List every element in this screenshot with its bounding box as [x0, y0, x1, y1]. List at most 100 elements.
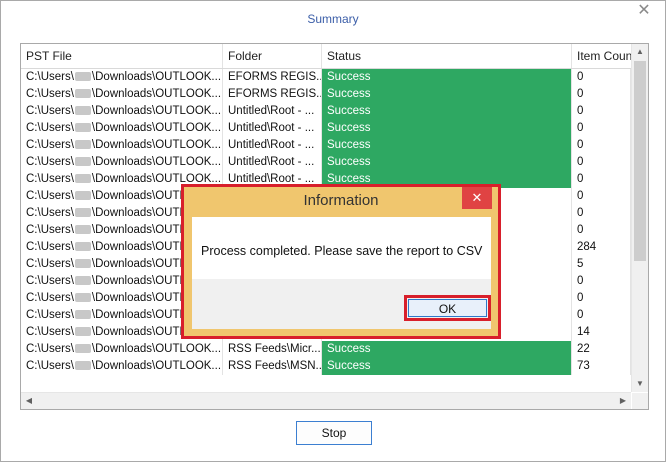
- file-path-prefix: C:\Users\: [26, 292, 74, 304]
- redacted-username: [74, 123, 91, 133]
- file-path-suffix: \Downloads\OUTLOOK....: [91, 122, 223, 134]
- cell-status: Success: [322, 103, 572, 120]
- cell-pst-file: C:\Users\ \Downloads\OUTLOOK....: [21, 69, 223, 86]
- scroll-down-icon[interactable]: ▼: [632, 376, 648, 392]
- file-path-suffix: \Downloads\OUTLOOK....: [91, 343, 223, 355]
- cell-item-count: 0: [572, 273, 631, 290]
- cell-item-count: 73: [572, 358, 631, 375]
- cell-folder: Untitled\Root - ...: [223, 103, 322, 120]
- ok-button-highlight: OK: [404, 295, 491, 321]
- scroll-right-icon[interactable]: ▶: [615, 393, 631, 409]
- file-path-suffix: \Downloads\OUTLOOK....: [91, 105, 223, 117]
- redacted-username: [74, 157, 91, 167]
- redacted-username: [74, 72, 91, 82]
- table-row[interactable]: C:\Users\ \Downloads\OUTLOOK.... EFORMS RE…: [21, 86, 631, 103]
- cell-pst-file: C:\Users\ \Downloads\OUTLOOK....: [21, 103, 223, 120]
- file-path-suffix: \Downloads\OUTLOOK....: [91, 71, 223, 83]
- cell-item-count: 0: [572, 188, 631, 205]
- cell-status: Success: [322, 341, 572, 358]
- redacted-username: [74, 225, 91, 235]
- file-path-suffix: \Downloads\OUTLOOK....: [91, 88, 223, 100]
- window-title: Summary: [307, 12, 359, 26]
- cell-status: Success: [322, 358, 572, 375]
- cell-pst-file: C:\Users\ \Downloads\OUTLOOK....: [21, 358, 223, 375]
- cell-item-count: 0: [572, 290, 631, 307]
- file-path-prefix: C:\Users\: [26, 224, 74, 236]
- file-path-prefix: C:\Users\: [26, 343, 74, 355]
- file-path-suffix: \Downloads\OUTL: [91, 275, 186, 287]
- file-path-prefix: C:\Users\: [26, 173, 74, 185]
- close-icon[interactable]: ✕: [635, 2, 653, 20]
- cell-status: Success: [322, 120, 572, 137]
- file-path-prefix: C:\Users\: [26, 326, 74, 338]
- horizontal-scrollbar[interactable]: ◀ ▶: [21, 392, 631, 409]
- scrollbar-corner: [632, 393, 648, 409]
- column-header-status[interactable]: Status: [322, 44, 572, 68]
- redacted-username: [74, 208, 91, 218]
- file-path-prefix: C:\Users\: [26, 139, 74, 151]
- scroll-up-icon[interactable]: ▲: [632, 44, 648, 60]
- cell-folder: RSS Feeds\MSN...: [223, 358, 322, 375]
- file-path-suffix: \Downloads\OUTL: [91, 309, 186, 321]
- table-row[interactable]: C:\Users\ \Downloads\OUTLOOK.... Untitled\…: [21, 137, 631, 154]
- file-path-suffix: \Downloads\OUTLOOK....: [91, 360, 223, 372]
- file-path-suffix: \Downloads\OUTL: [91, 190, 186, 202]
- file-path-prefix: C:\Users\: [26, 258, 74, 270]
- cell-item-count: 0: [572, 86, 631, 103]
- redacted-username: [74, 106, 91, 116]
- table-row[interactable]: C:\Users\ \Downloads\OUTLOOK.... EFORMS RE…: [21, 69, 631, 86]
- file-path-suffix: \Downloads\OUTL: [91, 207, 186, 219]
- redacted-username: [74, 293, 91, 303]
- redacted-username: [74, 344, 91, 354]
- scroll-thumb[interactable]: [634, 61, 646, 261]
- redacted-username: [74, 191, 91, 201]
- file-path-suffix: \Downloads\OUTLOOK....: [91, 156, 223, 168]
- cell-folder: EFORMS REGIS...: [223, 69, 322, 86]
- file-path-prefix: C:\Users\: [26, 360, 74, 372]
- scroll-left-icon[interactable]: ◀: [21, 393, 37, 409]
- table-row[interactable]: C:\Users\ \Downloads\OUTLOOK.... Untitled\…: [21, 154, 631, 171]
- column-header-folder[interactable]: Folder: [223, 44, 322, 68]
- cell-status: Success: [322, 86, 572, 103]
- cell-status: Success: [322, 154, 572, 171]
- table-row[interactable]: C:\Users\ \Downloads\OUTLOOK.... Untitled\…: [21, 103, 631, 120]
- file-path-prefix: C:\Users\: [26, 71, 74, 83]
- grid-header: PST File Folder Status Item Count: [21, 44, 636, 69]
- cell-pst-file: C:\Users\ \Downloads\OUTLOOK....: [21, 154, 223, 171]
- dialog-message: Process completed. Please save the repor…: [201, 244, 483, 258]
- cell-item-count: 5: [572, 256, 631, 273]
- redacted-username: [74, 259, 91, 269]
- vertical-scrollbar[interactable]: ▲ ▼: [631, 44, 648, 392]
- cell-pst-file: C:\Users\ \Downloads\OUTLOOK....: [21, 137, 223, 154]
- cell-pst-file: C:\Users\ \Downloads\OUTLOOK....: [21, 86, 223, 103]
- cell-item-count: 0: [572, 171, 631, 188]
- cell-pst-file: C:\Users\ \Downloads\OUTLOOK....: [21, 341, 223, 358]
- cell-item-count: 22: [572, 341, 631, 358]
- cell-folder: Untitled\Root - ...: [223, 137, 322, 154]
- redacted-username: [74, 242, 91, 252]
- redacted-username: [74, 89, 91, 99]
- table-row[interactable]: C:\Users\ \Downloads\OUTLOOK.... Untitled\…: [21, 120, 631, 137]
- column-header-pst-file[interactable]: PST File: [21, 44, 223, 68]
- cell-item-count: 0: [572, 120, 631, 137]
- file-path-prefix: C:\Users\: [26, 275, 74, 287]
- table-row[interactable]: C:\Users\ \Downloads\OUTLOOK.... RSS Feeds…: [21, 358, 631, 375]
- file-path-suffix: \Downloads\OUTL: [91, 224, 186, 236]
- cell-item-count: 0: [572, 103, 631, 120]
- redacted-username: [74, 276, 91, 286]
- cell-item-count: 0: [572, 205, 631, 222]
- summary-window: Summary ✕ PST File Folder Status Item Co…: [0, 0, 666, 462]
- ok-button[interactable]: OK: [408, 299, 487, 317]
- cell-item-count: 0: [572, 154, 631, 171]
- file-path-prefix: C:\Users\: [26, 156, 74, 168]
- table-row[interactable]: C:\Users\ \Downloads\OUTLOOK.... RSS Feeds…: [21, 341, 631, 358]
- stop-button[interactable]: Stop: [296, 421, 372, 445]
- cell-item-count: 0: [572, 307, 631, 324]
- cell-folder: Untitled\Root - ...: [223, 120, 322, 137]
- file-path-prefix: C:\Users\: [26, 190, 74, 202]
- dialog-body: Process completed. Please save the repor…: [192, 217, 491, 329]
- redacted-username: [74, 361, 91, 371]
- file-path-suffix: \Downloads\OUTLOOK....: [91, 139, 223, 151]
- dialog-close-icon[interactable]: ✕: [462, 187, 492, 209]
- file-path-prefix: C:\Users\: [26, 122, 74, 134]
